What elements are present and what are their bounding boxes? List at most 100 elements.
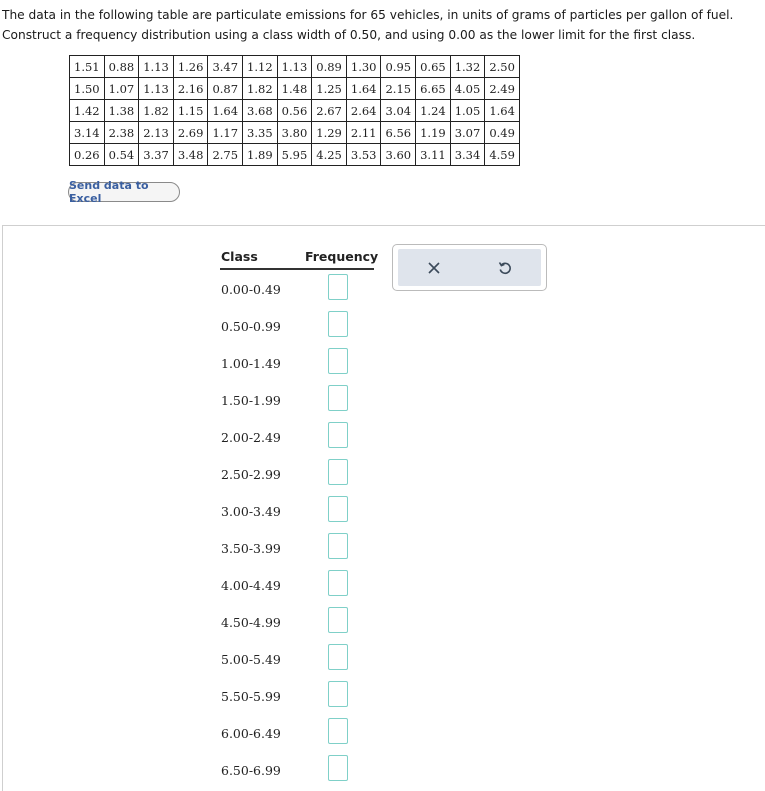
class-label: 5.00-5.49 [221,652,281,667]
frequency-input[interactable] [328,755,348,781]
data-table-cell: 2.15 [380,77,417,100]
data-table-cell: 1.13 [276,55,313,78]
data-table-cell: 3.11 [415,143,451,166]
data-table-cell: 2.13 [138,121,174,144]
data-table-cell: 1.13 [138,55,174,78]
data-table-cell: 5.95 [276,143,313,166]
class-label: 3.00-3.49 [221,504,281,519]
data-table-cell: 1.12 [242,55,278,78]
data-table-cell: 1.25 [311,77,347,100]
data-table-cell: 3.68 [242,99,278,122]
data-table-cell: 1.05 [449,99,486,122]
data-table-cell: 3.34 [449,143,486,166]
data-table-cell: 2.50 [484,55,520,78]
frequency-input[interactable] [328,459,348,485]
data-table-cell: 1.24 [415,99,451,122]
data-table-cell: 0.26 [69,143,105,166]
frequency-input[interactable] [328,681,348,707]
frequency-input[interactable] [328,607,348,633]
data-table-cell: 1.17 [207,121,244,144]
data-table-row: 1.51 0.88 1.13 1.26 3.47 1.12 1.13 0.89 1.30 0.95… [69,55,520,78]
class-label: 4.00-4.49 [221,578,281,593]
data-table-cell: 1.50 [69,77,105,100]
data-table-cell: 3.07 [449,121,486,144]
data-table-cell: 1.13 [138,77,174,100]
data-table-cell: 0.56 [276,99,313,122]
header-divider [220,268,374,270]
data-table-cell: 0.95 [380,55,417,78]
class-label: 0.50-0.99 [221,319,281,334]
data-table-cell: 2.38 [103,121,140,144]
data-table-row: 1.50 1.07 1.13 2.16 0.87 1.82 1.48 1.25 1.64 2.15… [69,77,520,100]
class-label: 2.50-2.99 [221,467,281,482]
data-table-cell: 1.26 [172,55,209,78]
send-to-excel-button[interactable]: Send data to Excel [68,179,180,205]
frequency-input[interactable] [328,644,348,670]
data-table-cell: 6.65 [415,77,451,100]
data-table-cell: 1.82 [138,99,174,122]
data-table-cell: 1.64 [345,77,382,100]
data-table-cell: 2.64 [345,99,382,122]
frequency-input[interactable] [328,496,348,522]
data-table-cell: 2.67 [311,99,347,122]
frequency-input[interactable] [328,274,348,300]
data-table-cell: 1.15 [172,99,209,122]
frequency-input[interactable] [328,385,348,411]
data-table-cell: 1.89 [242,143,278,166]
data-table-cell: 1.64 [207,99,244,122]
class-label: 6.50-6.99 [221,763,281,778]
answer-toolbar-bar [398,249,541,286]
data-table-cell: 2.16 [172,77,209,100]
data-table-cell: 0.49 [484,121,520,144]
data-table-row: 1.42 1.38 1.82 1.15 1.64 3.68 0.56 2.67 2.64 3.04… [69,99,520,122]
data-table-cell: 3.37 [138,143,174,166]
data-table-cell: 0.65 [415,55,451,78]
data-table-cell: 1.38 [103,99,140,122]
data-table-cell: 1.82 [242,77,278,100]
data-table-cell: 0.87 [207,77,244,100]
question-prompt: The data in the following table are part… [2,8,734,42]
frequency-input[interactable] [328,348,348,374]
class-label: 1.50-1.99 [221,393,281,408]
data-table-row: 0.26 0.54 3.37 3.48 2.75 1.89 5.95 4.25 3.53 3.60… [69,143,520,166]
data-table-cell: 4.59 [484,143,520,166]
class-label: 4.50-4.99 [221,615,281,630]
frequency-input[interactable] [328,718,348,744]
close-icon[interactable] [424,258,444,278]
frequency-input[interactable] [328,570,348,596]
frequency-input[interactable] [328,311,348,337]
data-table-cell: 2.75 [207,143,244,166]
class-column-header: Class [221,249,258,264]
data-table-cell: 3.60 [380,143,417,166]
data-table-cell: 0.88 [103,55,140,78]
data-table-cell: 0.54 [103,143,140,166]
data-table-cell: 1.51 [69,55,105,78]
answer-panel [2,225,765,791]
frequency-input[interactable] [328,533,348,559]
class-label: 3.50-3.99 [221,541,281,556]
class-label: 1.00-1.49 [221,356,281,371]
frequency-input[interactable] [328,422,348,448]
data-table-cell: 3.48 [172,143,209,166]
data-table-cell: 1.30 [345,55,382,78]
frequency-column-header: Frequency [305,249,379,264]
data-table-cell: 1.48 [276,77,313,100]
data-table-cell: 3.53 [345,143,382,166]
data-table-cell: 1.19 [415,121,451,144]
data-table-cell: 2.69 [172,121,209,144]
data-table-row: 3.14 2.38 2.13 2.69 1.17 3.35 3.80 1.29 2.11 6.56… [69,121,520,144]
data-table-cell: 2.49 [484,77,520,100]
data-table-cell: 3.35 [242,121,278,144]
data-table-cell: 1.64 [484,99,520,122]
undo-icon[interactable] [495,258,515,278]
data-table-cell: 3.47 [207,55,244,78]
data-table-cell: 4.05 [449,77,486,100]
data-table-cell: 2.11 [345,121,382,144]
class-label: 5.50-5.99 [221,689,281,704]
data-table-cell: 1.42 [69,99,105,122]
class-label: 2.00-2.49 [221,430,281,445]
data-table-cell: 1.07 [103,77,140,100]
data-table-cell: 3.80 [276,121,313,144]
data-table-cell: 3.14 [69,121,105,144]
data-table-cell: 4.25 [311,143,347,166]
